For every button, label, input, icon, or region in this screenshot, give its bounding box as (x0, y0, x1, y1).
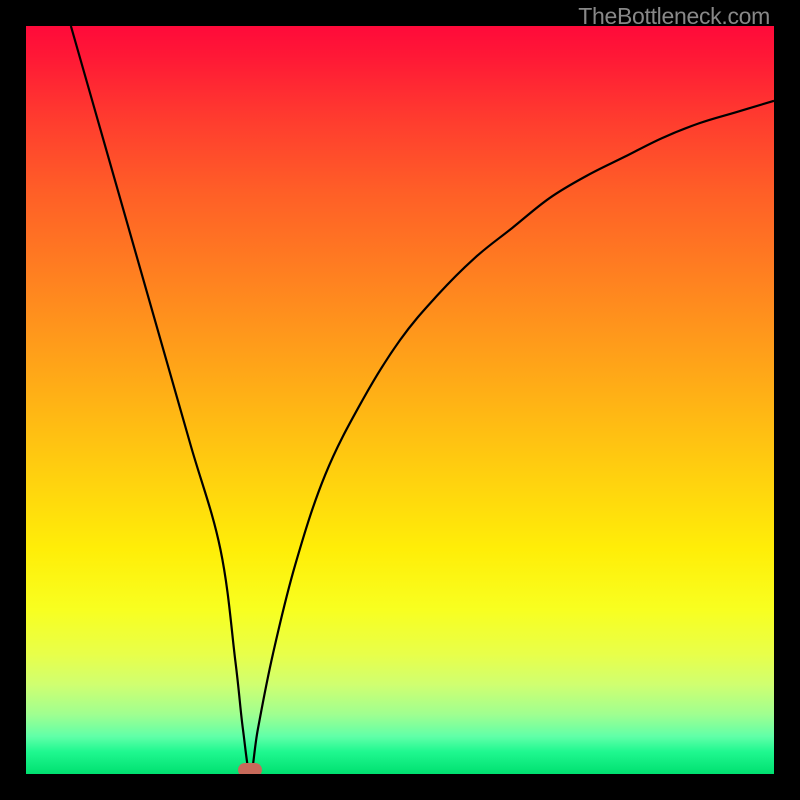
chart-frame: TheBottleneck.com (0, 0, 800, 800)
plot-area (26, 26, 774, 774)
minimum-marker (238, 763, 262, 774)
bottleneck-curve (71, 26, 774, 774)
curve-svg (26, 26, 774, 774)
